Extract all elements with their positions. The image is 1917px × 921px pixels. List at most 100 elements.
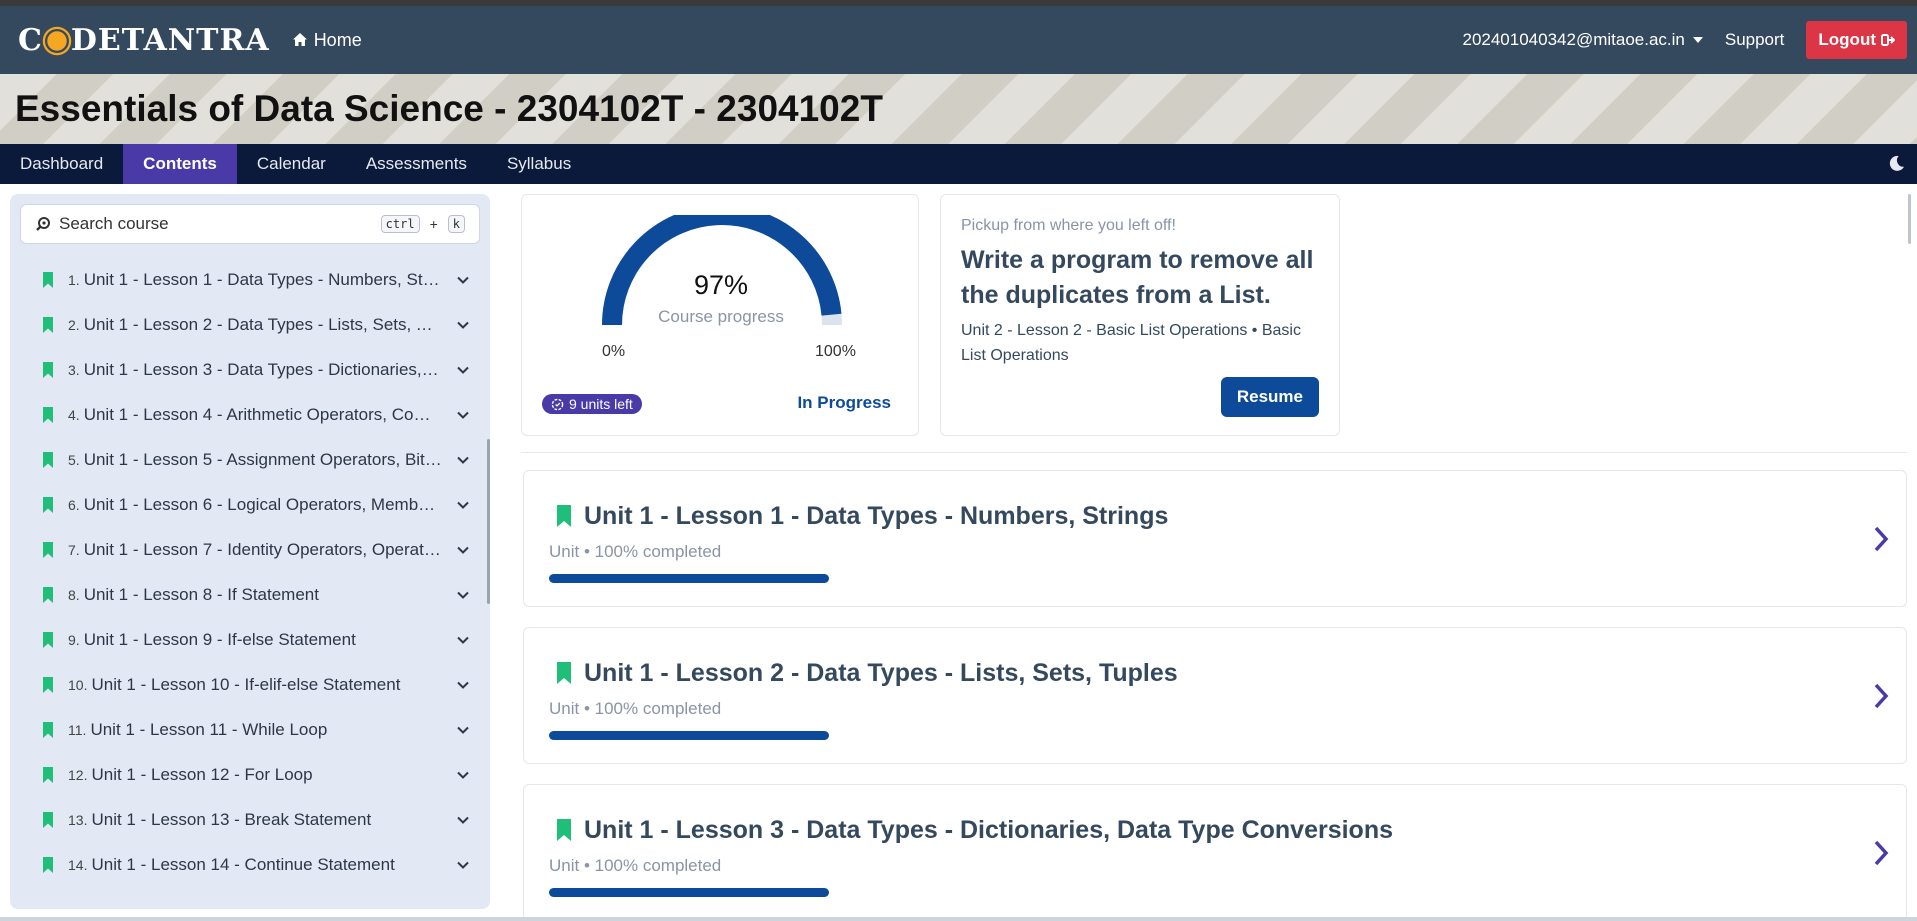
resume-subtitle: Unit 2 - Lesson 2 - Basic List Operation… (961, 322, 1301, 364)
lesson-list: 1. Unit 1 - Lesson 1 - Data Types - Numbe… (10, 257, 490, 887)
tab-syllabus[interactable]: Syllabus (487, 144, 591, 184)
search-icon (36, 217, 50, 231)
lesson-number: 6. (68, 496, 80, 513)
home-icon (292, 33, 307, 46)
chevron-down-icon[interactable] (456, 453, 470, 467)
lesson-number: 3. (68, 361, 80, 378)
codetantra-logo[interactable]: C DETANTRA (18, 23, 270, 58)
tab-assessments[interactable]: Assessments (346, 144, 487, 184)
unit-progress-bar (549, 574, 829, 583)
sidebar-lesson-item[interactable]: 13. Unit 1 - Lesson 13 - Break Statement (10, 797, 490, 842)
sun-logo-icon (47, 31, 67, 51)
tab-dashboard[interactable]: Dashboard (0, 144, 123, 184)
bookmark-icon (43, 586, 53, 603)
bookmark-icon (43, 541, 53, 558)
gauge-min-label: 0% (602, 343, 626, 360)
unit-title: Unit 1 - Lesson 1 - Data Types - Numbers… (584, 502, 1169, 530)
lesson-number: 1. (68, 271, 80, 288)
home-link[interactable]: Home (292, 30, 362, 51)
search-input[interactable]: Search course ctrl + k (20, 204, 480, 244)
unit-meta: Unit • 100% completed (549, 542, 722, 561)
pickup-text: Pickup from where you left off! (961, 217, 1176, 234)
bookmark-icon (43, 856, 53, 873)
lesson-number: 9. (68, 631, 80, 648)
unit-card[interactable]: Unit 1 - Lesson 2 - Data Types - Lists, … (523, 627, 1907, 764)
lesson-number: 5. (68, 451, 80, 468)
main-scrollbar[interactable] (1908, 194, 1911, 244)
unit-card[interactable]: Unit 1 - Lesson 1 - Data Types - Numbers… (523, 470, 1907, 607)
sidebar-lesson-item[interactable]: 3. Unit 1 - Lesson 3 - Data Types - Dicti… (10, 347, 490, 392)
main-content: Search course ctrl + k 1. Unit 1 - Lesson… (0, 184, 1917, 921)
logout-button[interactable]: Logout (1806, 21, 1907, 59)
bookmark-icon (43, 676, 53, 693)
search-placeholder: Search course (59, 214, 169, 233)
resume-button[interactable]: Resume (1220, 377, 1319, 417)
unit-card[interactable]: Unit 1 - Lesson 3 - Data Types - Diction… (523, 784, 1907, 921)
units-left-badge: 9 units left (542, 394, 642, 414)
sidebar-scrollbar[interactable] (487, 439, 490, 604)
chevron-down-icon[interactable] (456, 543, 470, 557)
sidebar-lesson-item[interactable]: 11. Unit 1 - Lesson 11 - While Loop (10, 707, 490, 752)
sidebar-lesson-item[interactable]: 10. Unit 1 - Lesson 10 - If-elif-else Sta… (10, 662, 490, 707)
lesson-number: 14. (68, 856, 88, 873)
bookmark-icon (43, 721, 53, 738)
bookmark-icon (43, 361, 53, 378)
resume-title: Write a program to remove all the duplic… (961, 246, 1314, 309)
lesson-number: 11. (68, 721, 87, 738)
chevron-down-icon[interactable] (456, 588, 470, 602)
moon-icon[interactable] (1888, 155, 1905, 172)
user-email: 202401040342@mitaoe.ac.in (1462, 30, 1685, 49)
tab-calendar[interactable]: Calendar (237, 144, 346, 184)
sidebar-lesson-item[interactable]: 7. Unit 1 - Lesson 7 - Identity Operators… (10, 527, 490, 572)
lesson-number: 4. (68, 406, 80, 423)
tab-contents[interactable]: Contents (123, 144, 237, 184)
resume-card: Pickup from where you left off! Write a … (940, 194, 1340, 436)
bookmark-icon (43, 811, 53, 828)
sidebar-lesson-item[interactable]: 2. Unit 1 - Lesson 2 - Data Types - Lists… (10, 302, 490, 347)
bookmark-icon (43, 631, 53, 648)
sidebar-lesson-item[interactable]: 6. Unit 1 - Lesson 6 - Logical Operators,… (10, 482, 490, 527)
window-bottom-edge (0, 917, 1917, 921)
chevron-down-icon[interactable] (456, 498, 470, 512)
chevron-down-icon[interactable] (456, 363, 470, 377)
sidebar-lesson-item[interactable]: 9. Unit 1 - Lesson 9 - If-else Statement (10, 617, 490, 662)
lesson-name: Unit 1 - Lesson 10 - If-elif-else Statem… (91, 674, 401, 694)
clock-icon (551, 398, 564, 410)
sidebar-lesson-item[interactable]: 14. Unit 1 - Lesson 14 - Continue Stateme… (10, 842, 490, 887)
lesson-number: 2. (68, 316, 80, 333)
sidebar-lesson-item[interactable]: 12. Unit 1 - Lesson 12 - For Loop (10, 752, 490, 797)
chevron-down-icon[interactable] (456, 768, 470, 782)
unit-meta: Unit • 100% completed (549, 856, 722, 875)
unit-title: Unit 1 - Lesson 3 - Data Types - Diction… (584, 816, 1393, 844)
support-link[interactable]: Support (1725, 30, 1785, 50)
lesson-name: Unit 1 - Lesson 7 - Identity Operators, … (83, 539, 442, 559)
bookmark-icon (43, 766, 53, 783)
lesson-name: Unit 1 - Lesson 1 - Data Types - Numbers… (83, 269, 442, 289)
logout-icon (1881, 34, 1895, 46)
sidebar-lesson-item[interactable]: 5. Unit 1 - Lesson 5 - Assignment Operato… (10, 437, 490, 482)
unit-title: Unit 1 - Lesson 2 - Data Types - Lists, … (584, 659, 1178, 687)
lesson-name: Unit 1 - Lesson 5 - Assignment Operators… (83, 449, 442, 469)
chevron-down-icon (1692, 37, 1703, 43)
unit-meta: Unit • 100% completed (549, 699, 722, 718)
bookmark-icon (43, 271, 53, 288)
chevron-down-icon[interactable] (456, 678, 470, 692)
sidebar-lesson-item[interactable]: 1. Unit 1 - Lesson 1 - Data Types - Numbe… (10, 257, 490, 302)
course-sidebar: Search course ctrl + k 1. Unit 1 - Lesson… (10, 194, 490, 909)
shortcut-plus: + (429, 216, 438, 232)
chevron-down-icon[interactable] (456, 723, 470, 737)
chevron-down-icon[interactable] (456, 858, 470, 872)
lesson-number: 7. (68, 541, 80, 558)
chevron-down-icon[interactable] (456, 273, 470, 287)
progress-label: Course progress (658, 307, 784, 326)
chevron-down-icon[interactable] (456, 633, 470, 647)
course-title: Essentials of Data Science - 2304102T - … (15, 88, 883, 129)
sidebar-lesson-item[interactable]: 4. Unit 1 - Lesson 4 - Arithmetic Operato… (10, 392, 490, 437)
chevron-down-icon[interactable] (456, 408, 470, 422)
lesson-number: 10. (68, 676, 88, 693)
bookmark-icon (43, 451, 53, 468)
chevron-down-icon[interactable] (456, 318, 470, 332)
chevron-down-icon[interactable] (456, 813, 470, 827)
sidebar-lesson-item[interactable]: 8. Unit 1 - Lesson 8 - If Statement (10, 572, 490, 617)
user-menu-dropdown[interactable]: 202401040342@mitaoe.ac.in (1462, 30, 1703, 50)
